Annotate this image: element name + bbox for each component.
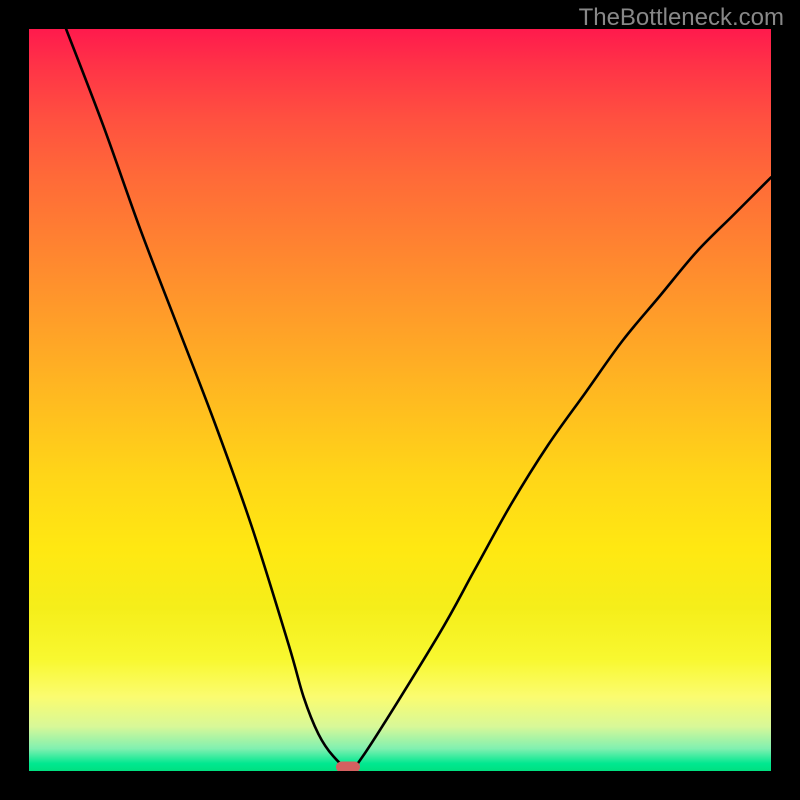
bottleneck-curve: [66, 29, 771, 770]
chart-container: TheBottleneck.com: [0, 0, 800, 800]
watermark-text: TheBottleneck.com: [579, 4, 784, 32]
minimum-marker: [336, 762, 360, 771]
plot-area: [29, 29, 771, 771]
curve-svg: [29, 29, 771, 771]
